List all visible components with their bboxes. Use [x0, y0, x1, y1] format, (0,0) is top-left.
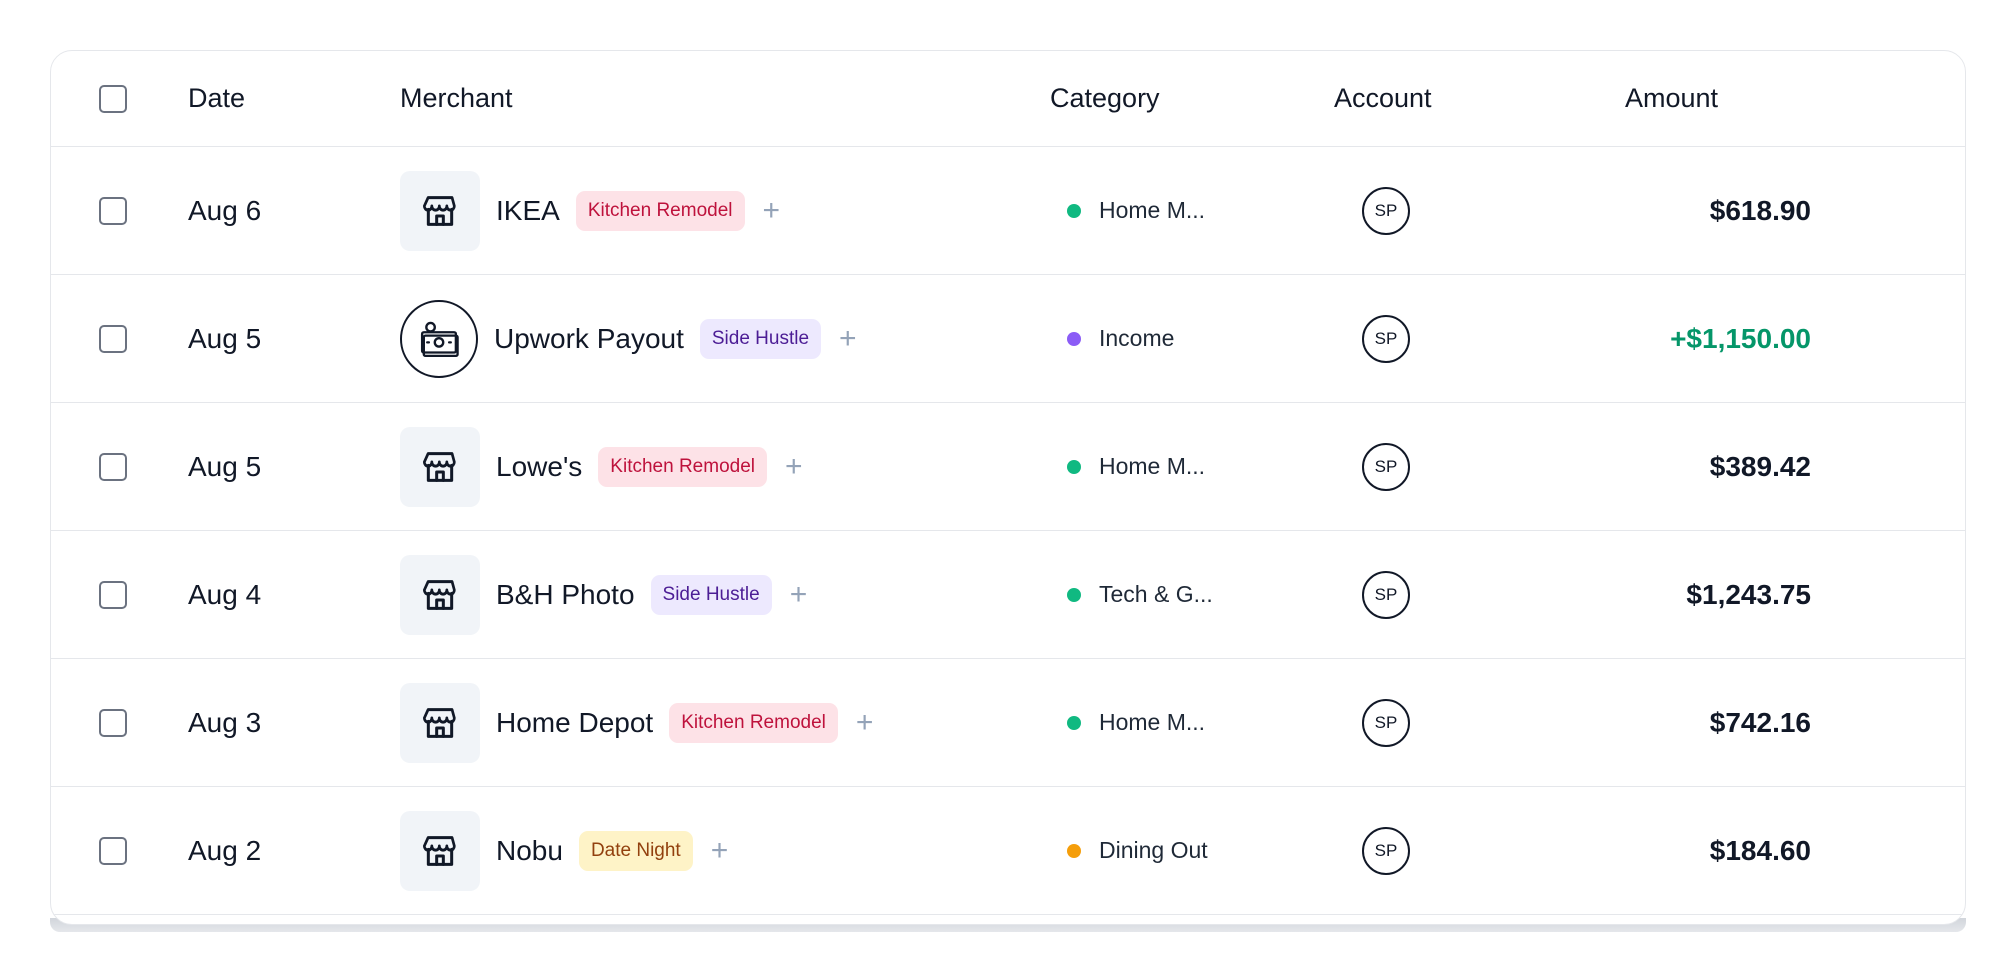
add-tag-icon[interactable]: +	[763, 195, 781, 226]
row-date: Aug 5	[188, 322, 262, 354]
category-label: Home M...	[1099, 197, 1206, 223]
tag-badge[interactable]: Side Hustle	[650, 574, 772, 615]
row-checkbox[interactable]	[99, 836, 127, 865]
category-dot	[1067, 203, 1081, 218]
cash-icon	[420, 321, 459, 357]
category-dot	[1067, 843, 1081, 858]
merchant-cell[interactable]: B&H Photo Side Hustle +	[400, 531, 807, 658]
table-row[interactable]: Aug 3 Home Depot Kitchen Remodel + Home …	[51, 659, 1965, 787]
table-row[interactable]: Aug 2 Nobu Date Night + Dining Out SP $1…	[51, 787, 1965, 915]
merchant-icon-wrap	[400, 810, 480, 891]
category-dot	[1067, 587, 1081, 602]
category-cell[interactable]: Dining Out	[1067, 787, 1208, 914]
table-row[interactable]: Aug 6 IKEA Kitchen Remodel + Home M... S…	[51, 147, 1965, 275]
add-tag-icon[interactable]: +	[790, 579, 808, 610]
header-category[interactable]: Category	[1050, 83, 1160, 114]
account-avatar[interactable]: SP	[1362, 698, 1410, 747]
category-cell[interactable]: Tech & G...	[1067, 531, 1213, 658]
header-amount[interactable]: Amount	[1625, 83, 1718, 114]
account-avatar[interactable]: SP	[1362, 186, 1410, 235]
add-tag-icon[interactable]: +	[839, 323, 857, 354]
merchant-icon-wrap	[400, 554, 480, 635]
category-dot	[1067, 715, 1081, 730]
store-icon	[422, 707, 456, 738]
tag-badge[interactable]: Kitchen Remodel	[598, 446, 767, 487]
category-label: Tech & G...	[1099, 581, 1213, 607]
row-checkbox[interactable]	[99, 580, 127, 609]
header-merchant[interactable]: Merchant	[400, 83, 513, 114]
row-checkbox[interactable]	[99, 324, 127, 353]
merchant-name[interactable]: Lowe's	[496, 451, 582, 483]
tag-badge[interactable]: Side Hustle	[699, 318, 822, 359]
transactions-table: Date Merchant Category Account Amount Au…	[50, 50, 1966, 925]
store-icon	[422, 195, 456, 226]
merchant-cell[interactable]: Nobu Date Night +	[400, 787, 728, 914]
row-checkbox[interactable]	[99, 708, 127, 737]
merchant-cell[interactable]: IKEA Kitchen Remodel +	[400, 147, 780, 274]
add-tag-icon[interactable]: +	[856, 707, 874, 738]
tag-badge[interactable]: Kitchen Remodel	[669, 702, 838, 743]
merchant-name[interactable]: B&H Photo	[496, 579, 635, 611]
account-avatar[interactable]: SP	[1362, 314, 1410, 363]
merchant-icon-wrap	[400, 426, 480, 507]
account-avatar[interactable]: SP	[1362, 570, 1410, 619]
category-cell[interactable]: Income	[1067, 275, 1174, 402]
merchant-icon-wrap	[400, 682, 480, 763]
tag-badge[interactable]: Kitchen Remodel	[575, 190, 745, 231]
category-dot	[1067, 459, 1081, 474]
add-tag-icon[interactable]: +	[711, 835, 729, 866]
table-row[interactable]: Aug 5 Lowe's Kitchen Remodel + Home M...…	[51, 403, 1965, 531]
category-label: Home M...	[1099, 453, 1206, 479]
category-label: Home M...	[1099, 709, 1206, 735]
account-avatar[interactable]: SP	[1362, 826, 1410, 875]
merchant-name[interactable]: Home Depot	[496, 707, 653, 739]
store-icon	[422, 579, 456, 610]
merchant-name[interactable]: Nobu	[496, 835, 563, 867]
row-amount: $742.16	[1709, 706, 1811, 738]
row-amount: $184.60	[1709, 834, 1811, 866]
store-icon	[422, 451, 456, 482]
row-amount: $1,243.75	[1686, 578, 1811, 610]
category-dot	[1067, 331, 1081, 346]
category-label: Dining Out	[1099, 837, 1208, 863]
store-icon	[422, 835, 456, 866]
table-row[interactable]: Aug 5 Upwork Payout Side Hustle + Income…	[51, 275, 1965, 403]
merchant-icon-wrap	[400, 170, 480, 251]
select-all-checkbox[interactable]	[99, 84, 127, 113]
row-amount: $618.90	[1709, 194, 1811, 226]
merchant-icon-wrap	[400, 299, 478, 378]
category-cell[interactable]: Home M...	[1067, 147, 1205, 274]
category-cell[interactable]: Home M...	[1067, 659, 1205, 786]
merchant-name[interactable]: IKEA	[496, 195, 560, 227]
row-date: Aug 6	[188, 194, 262, 226]
row-date: Aug 2	[188, 834, 262, 866]
row-amount: $389.42	[1709, 450, 1811, 482]
category-label: Income	[1099, 325, 1175, 351]
table-header: Date Merchant Category Account Amount	[51, 51, 1965, 147]
row-date: Aug 3	[188, 706, 262, 738]
row-date: Aug 4	[188, 578, 262, 610]
merchant-cell[interactable]: Home Depot Kitchen Remodel +	[400, 659, 873, 786]
table-row[interactable]: Aug 4 B&H Photo Side Hustle + Tech & G..…	[51, 531, 1965, 659]
tag-badge[interactable]: Date Night	[578, 830, 693, 871]
row-checkbox[interactable]	[99, 196, 127, 225]
add-tag-icon[interactable]: +	[785, 451, 803, 482]
account-avatar[interactable]: SP	[1362, 442, 1410, 491]
merchant-cell[interactable]: Upwork Payout Side Hustle +	[400, 275, 857, 402]
row-amount: +$1,150.00	[1670, 322, 1811, 354]
row-date: Aug 5	[188, 450, 262, 482]
header-date[interactable]: Date	[188, 83, 245, 114]
merchant-name[interactable]: Upwork Payout	[494, 323, 684, 355]
category-cell[interactable]: Home M...	[1067, 403, 1205, 530]
merchant-cell[interactable]: Lowe's Kitchen Remodel +	[400, 403, 803, 530]
header-account[interactable]: Account	[1334, 83, 1432, 114]
row-checkbox[interactable]	[99, 452, 127, 481]
